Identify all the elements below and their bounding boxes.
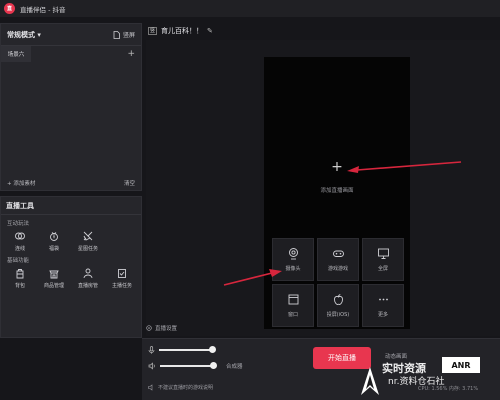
tool-task[interactable]: 主播任务 <box>105 267 139 289</box>
game-notice-link[interactable]: 不建议直播时的游戏说明 <box>148 384 213 391</box>
add-scene-icon[interactable]: + <box>127 49 135 59</box>
microphone-icon[interactable] <box>148 346 155 354</box>
dynamic-screen-label[interactable]: 动态画面 <box>385 352 407 360</box>
more-icon <box>378 298 388 301</box>
source-footer: + 添加素材 清空 <box>1 176 141 190</box>
gear-icon <box>146 325 152 331</box>
left-empty-area <box>0 340 142 400</box>
source-label: 全屏 <box>377 266 388 272</box>
game-notice-label: 不建议直播时的游戏说明 <box>158 385 214 391</box>
system-stats: CPU: 1.56% 内存: 3.71% <box>418 386 479 392</box>
room-title: 育儿百科！！ <box>161 27 204 35</box>
tool-label: 福袋 <box>48 246 59 252</box>
speaker-volume-slider[interactable] <box>160 362 217 369</box>
room-topbar: 竖 育儿百科！！ ✎ <box>146 22 500 40</box>
app-title: 直播伴侣 - 抖音 <box>20 5 66 14</box>
document-icon <box>113 30 120 39</box>
speaker-row: 合成器 <box>148 362 243 370</box>
tools-title: 直播工具 <box>1 197 141 215</box>
live-settings-label: 直播设置 <box>155 326 178 332</box>
lucky-bag-icon: ¥ <box>50 232 58 241</box>
speaker-muted-icon <box>148 384 153 391</box>
tool-label: 背包 <box>14 283 25 289</box>
source-ios-cast[interactable]: 投屏(iOS) <box>317 284 359 327</box>
annotation-arrow-bottom <box>223 269 282 286</box>
anr-badge: ANR <box>442 357 480 373</box>
watermark-logo <box>361 367 379 395</box>
tool-label: 直播房管 <box>77 283 98 289</box>
tool-label: 连线 <box>14 246 25 252</box>
source-game[interactable]: 游戏游戏 <box>317 238 359 281</box>
app-logo: 直 <box>4 3 15 14</box>
mode-dropdown[interactable]: 常规模式 ▾ <box>7 30 41 40</box>
tool-room-admin[interactable]: 直播房管 <box>71 267 105 289</box>
scene-tab[interactable]: 场景六 <box>1 46 31 62</box>
annotation-arrow-top <box>347 161 462 173</box>
edit-icon[interactable]: ✎ <box>207 27 213 35</box>
add-source-button[interactable]: + 添加素材 <box>7 179 35 187</box>
star-task-icon <box>83 231 93 241</box>
tool-label: 星图任务 <box>77 246 98 252</box>
section-basic-label: 基础功能 <box>7 258 30 264</box>
fullscreen-icon <box>377 248 389 259</box>
tool-label: 主播任务 <box>111 283 132 289</box>
add-scene-label: 添加直播画面 <box>320 188 354 194</box>
source-label: 更多 <box>377 312 388 318</box>
tool-backpack[interactable]: 背包 <box>3 267 37 289</box>
svg-text:¥: ¥ <box>53 235 56 240</box>
scene-panel: 常规模式 ▾ 竖屏 场景六 + + 添加素材 清空 <box>0 23 142 191</box>
source-fullscreen[interactable]: 全屏 <box>362 238 404 281</box>
link-icon <box>15 232 25 240</box>
mode-row: 常规模式 ▾ 竖屏 <box>1 24 141 46</box>
add-scene-plus-icon[interactable]: + <box>330 160 344 174</box>
apple-icon <box>333 294 343 305</box>
basic-tools: 背包 商品管理 直播房管 主播任务 <box>1 264 141 289</box>
backpack-icon <box>16 269 24 279</box>
camera-icon <box>288 248 298 260</box>
shop-icon <box>49 270 59 279</box>
gamepad-icon <box>332 250 344 257</box>
source-label: 投屏(iOS) <box>326 312 350 318</box>
speaker-slider-knob[interactable] <box>209 362 217 369</box>
source-more[interactable]: 更多 <box>362 284 404 327</box>
mic-volume-slider[interactable] <box>159 346 216 353</box>
tool-link[interactable]: 连线 <box>3 230 37 252</box>
landscape-label: 竖屏 <box>122 32 135 39</box>
mixer-label[interactable]: 合成器 <box>226 362 243 370</box>
orientation-badge: 竖 <box>148 27 158 35</box>
tool-label: 商品管理 <box>43 283 64 289</box>
room-admin-icon <box>83 268 93 279</box>
tool-star-task[interactable]: 星图任务 <box>71 230 105 252</box>
source-window[interactable]: 窗口 <box>272 284 314 327</box>
task-icon <box>118 269 126 278</box>
scene-row: 场景六 + <box>1 46 141 62</box>
live-settings-link[interactable]: 直播设置 <box>146 324 177 332</box>
speaker-icon[interactable] <box>148 362 156 370</box>
tool-lucky-bag[interactable]: ¥ 福袋 <box>37 230 71 252</box>
live-tools-panel: 直播工具 互动玩法 连线 ¥ 福袋 星图任务 基础功能 背包 商品管理 直播房管 <box>0 196 142 338</box>
source-grid: 摄像头 游戏游戏 全屏 窗口 投屏(iOS) 更多 <box>272 238 404 328</box>
tool-shop[interactable]: 商品管理 <box>37 267 71 289</box>
title-bar: 直 直播伴侣 - 抖音 <box>0 0 500 17</box>
source-label: 游戏游戏 <box>327 266 348 272</box>
source-label: 摄像头 <box>285 266 301 272</box>
source-label: 窗口 <box>287 312 298 318</box>
section-interact-label: 互动玩法 <box>7 221 30 227</box>
mic-row <box>148 346 216 354</box>
landscape-toggle[interactable]: 竖屏 <box>113 30 135 39</box>
clear-button[interactable]: 清空 <box>124 179 135 187</box>
window-icon <box>288 294 298 305</box>
mic-slider-knob[interactable] <box>208 346 216 353</box>
interact-tools: 连线 ¥ 福袋 星图任务 <box>1 227 141 252</box>
